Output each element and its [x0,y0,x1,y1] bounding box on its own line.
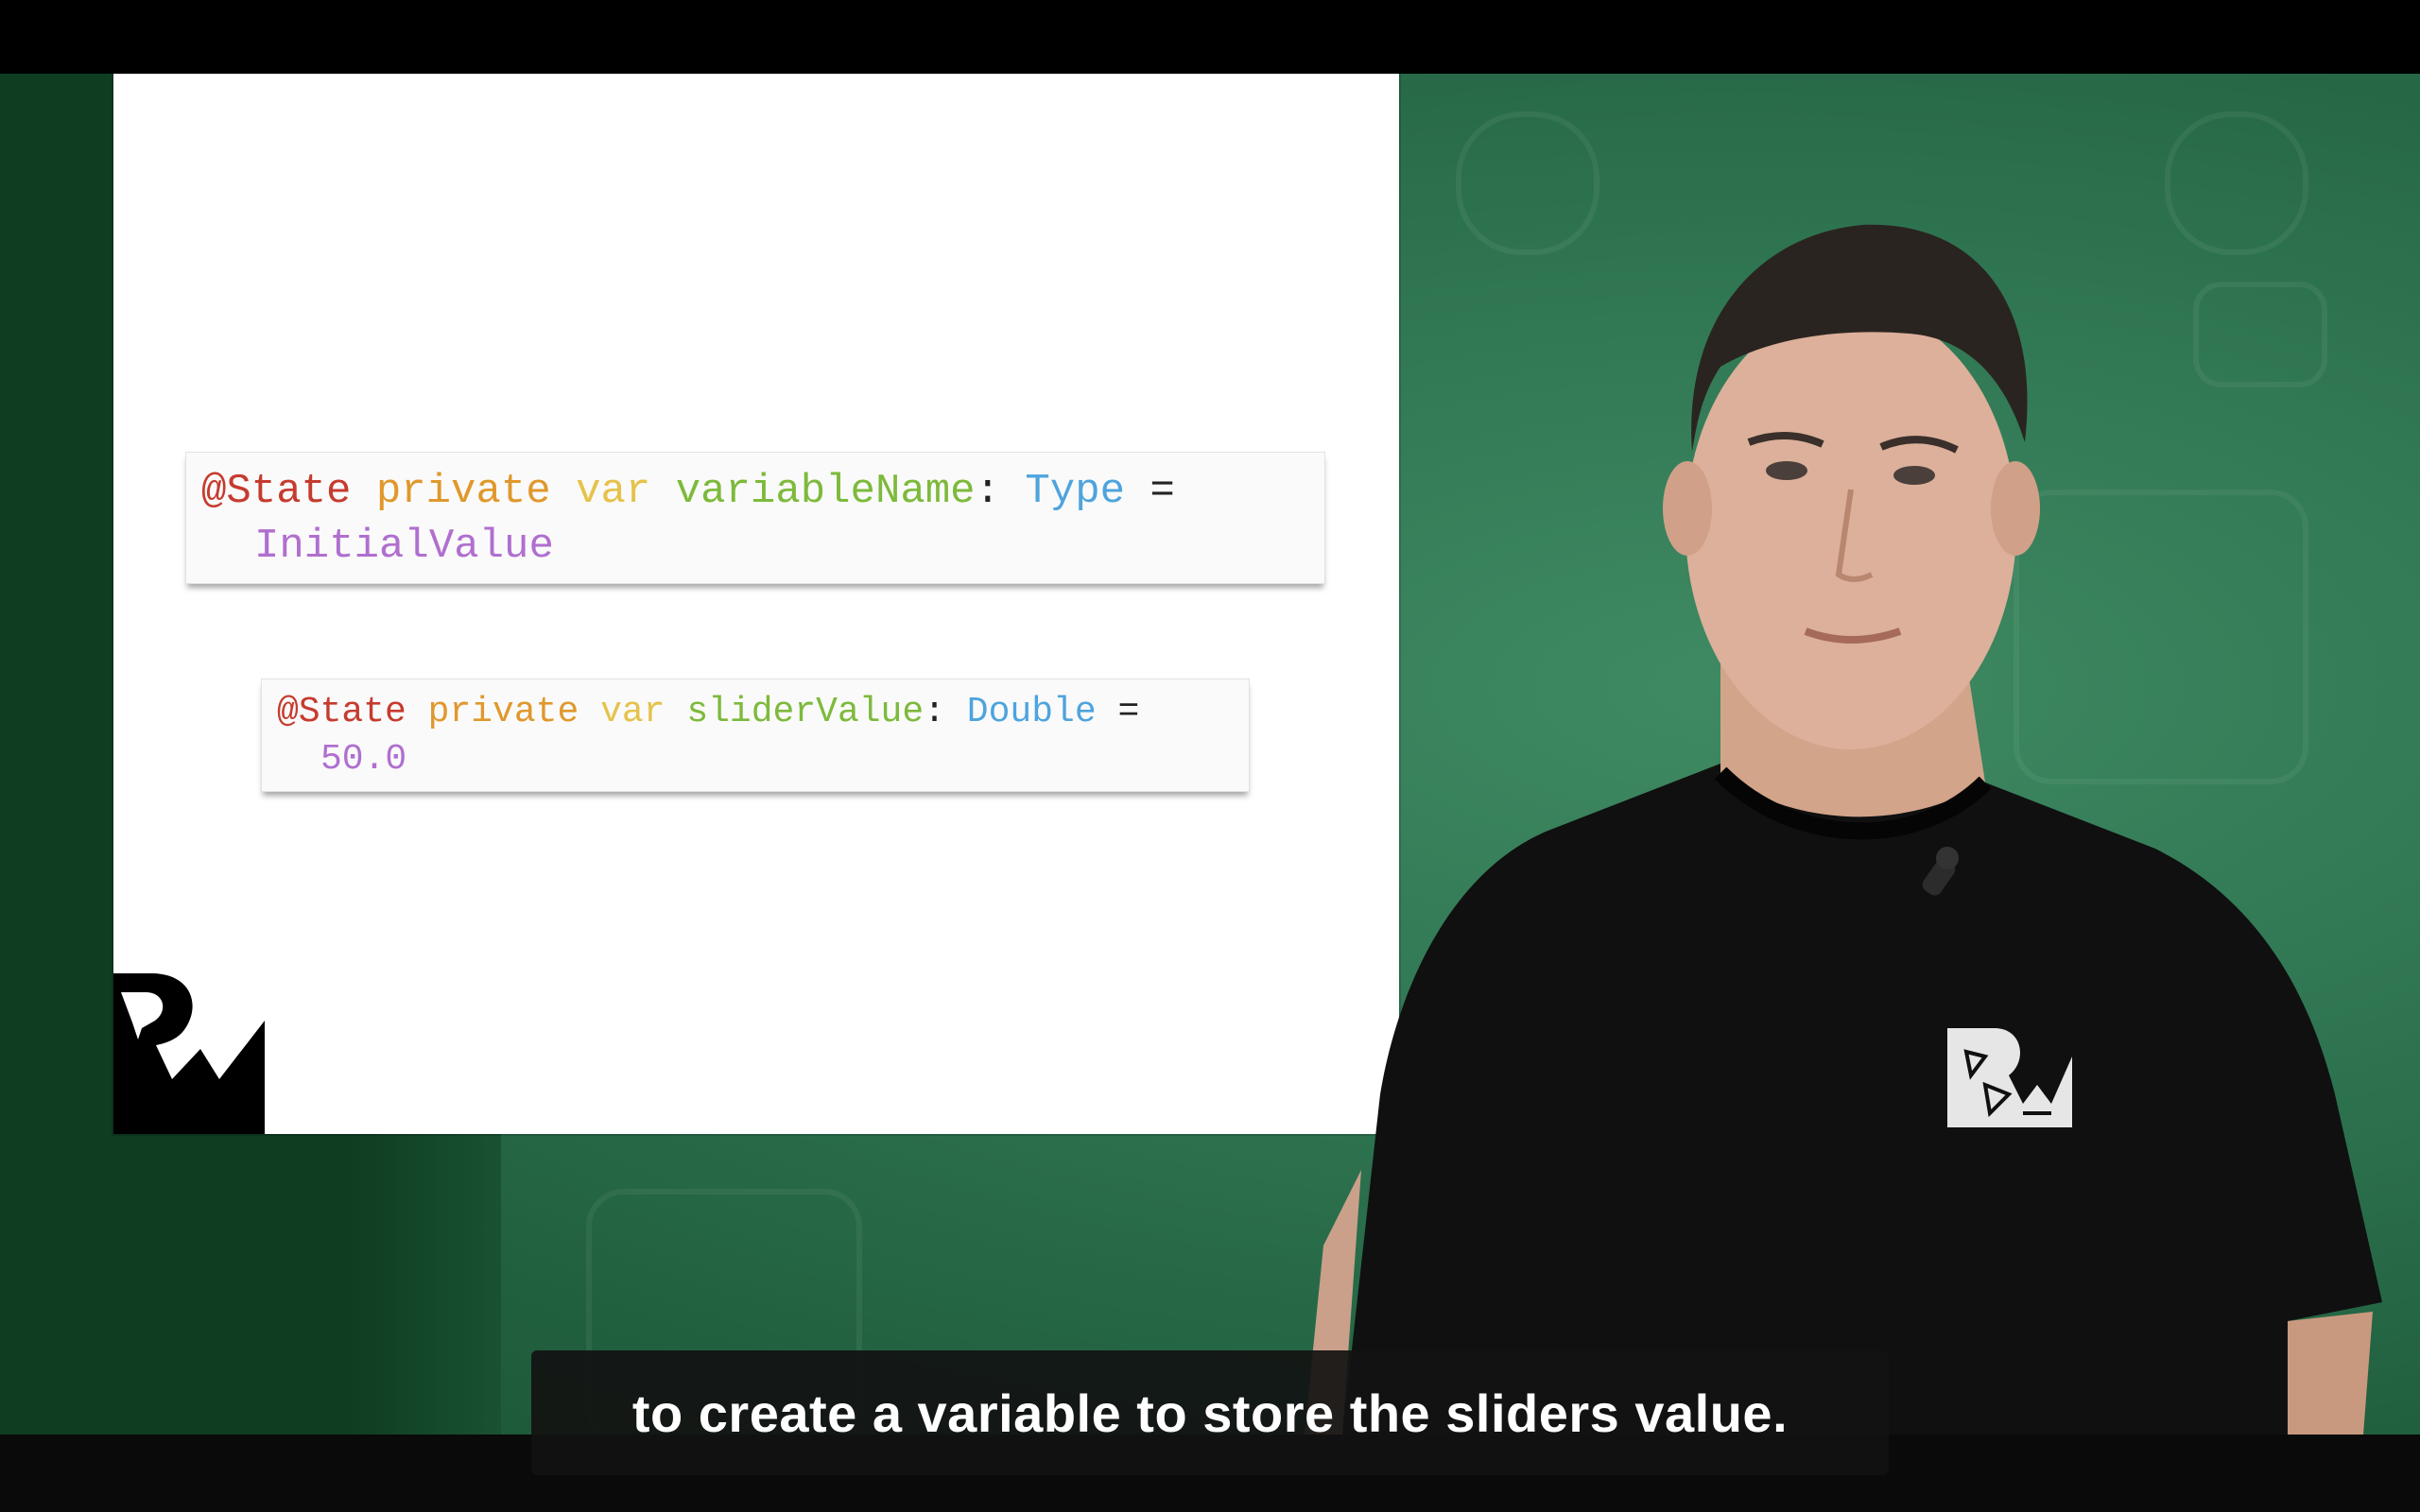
caption-text: to create a variable to store the slider… [631,1383,1789,1443]
code-token-modifier: private [375,468,551,515]
presenter-ear [1663,461,1712,556]
code-token-modifier: private [427,692,579,732]
code-token-identifier: variableName [675,468,976,515]
code-token-value: InitialValue [254,523,554,570]
presenter-arm-right [2288,1312,2373,1435]
code-line: @State private var sliderValue: Double = [277,689,1139,736]
code-snippet-general: @State private var variableName: Type = … [185,452,1325,584]
code-token-equals: = [1150,468,1175,515]
code-token-type: Type [1025,468,1126,515]
presenter [1305,224,2382,1435]
raywenderlich-logo-icon [113,973,265,1134]
presentation-slide: @State private var variableName: Type = … [113,74,1399,1134]
code-token-attribute: @State [201,468,352,515]
code-token-type: Double [966,692,1097,732]
code-token-attribute: @State [277,692,406,732]
code-token-colon: : [975,468,1000,515]
code-snippet-example: @State private var sliderValue: Double =… [261,679,1250,792]
code-line: InitialValue [254,519,554,574]
presenter-shirt [1342,764,2382,1435]
caption-box: to create a variable to store the slider… [531,1350,1889,1475]
code-line: @State private var variableName: Type = [201,464,1175,519]
code-token-keyword: var [576,468,651,515]
letterbox-top [0,0,2420,74]
code-token-equals: = [1117,692,1140,732]
code-line: 50.0 [320,736,406,783]
presenter-ear [1991,461,2040,556]
code-token-identifier: sliderValue [686,692,925,732]
code-token-value: 50.0 [320,739,407,780]
presenter-face [1685,305,2016,749]
code-token-colon: : [924,692,945,732]
video-scene: @State private var variableName: Type = … [0,74,2420,1435]
code-token-keyword: var [600,692,666,732]
video-frame[interactable]: @State private var variableName: Type = … [0,0,2420,1512]
